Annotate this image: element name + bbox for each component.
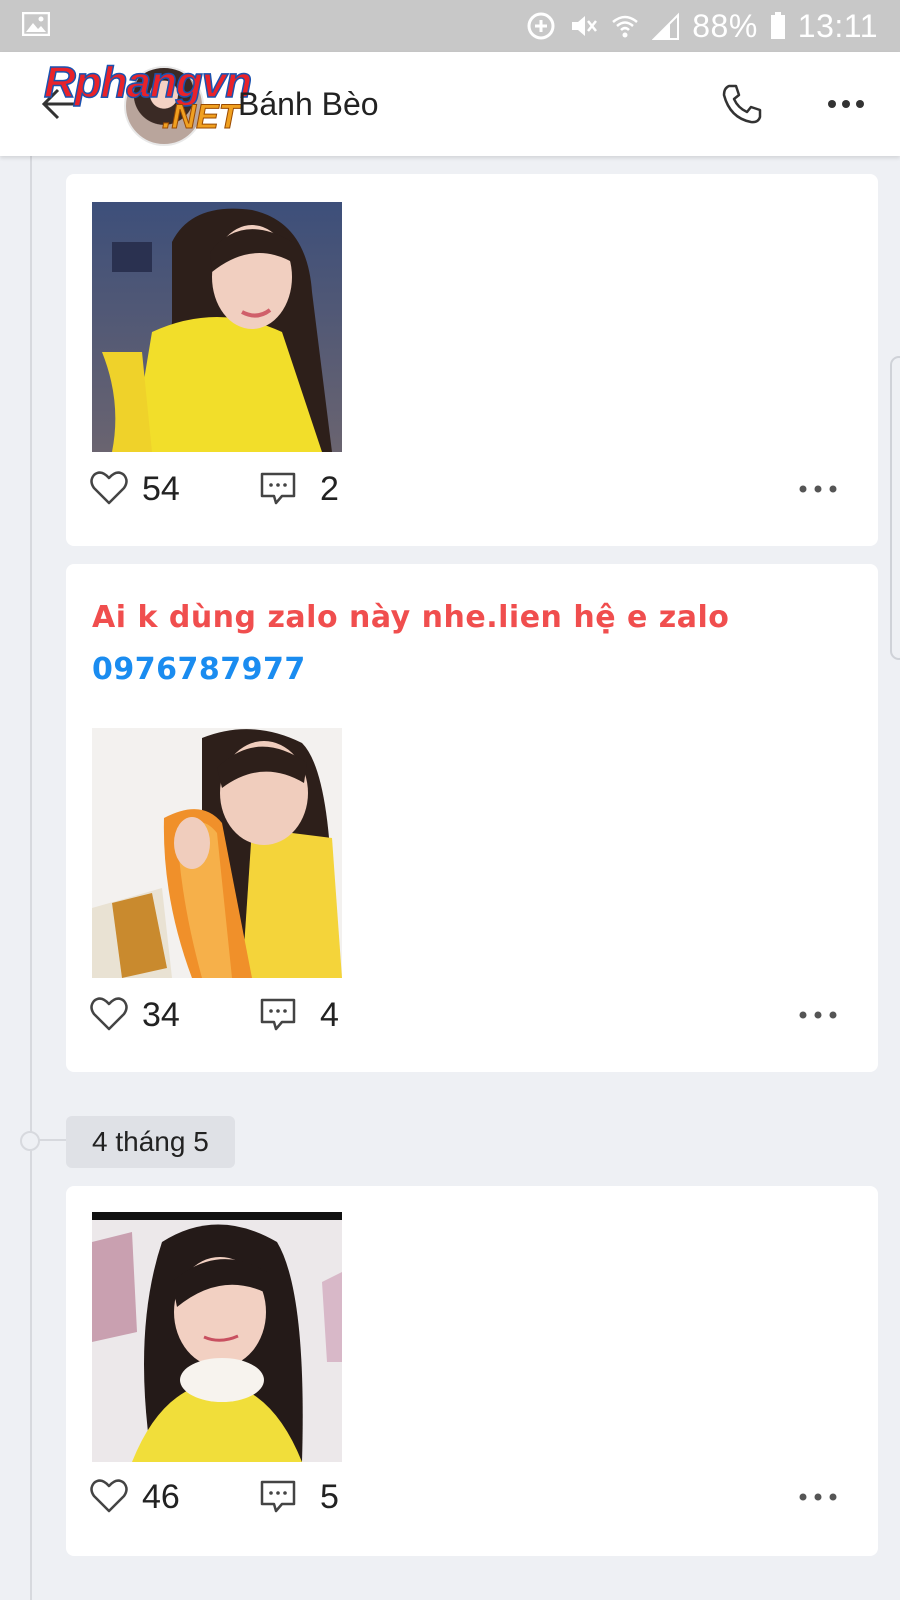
more-icon[interactable]: [798, 1492, 838, 1502]
clock: 13:11: [797, 7, 878, 44]
more-icon[interactable]: [826, 92, 866, 116]
post-actions: 54 2: [90, 470, 878, 510]
comment-count: 2: [320, 470, 339, 508]
wifi-icon: [612, 15, 639, 38]
post-text: Ai k dùng zalo này nhe.lien hệ e zalo 09…: [92, 592, 832, 696]
post-card: 54 2: [66, 174, 878, 546]
mute-icon: [572, 16, 598, 36]
gallery-icon: [22, 12, 50, 36]
battery-icon: [770, 12, 785, 39]
timeline-connector: [38, 1139, 66, 1141]
comment-count: 5: [320, 1478, 339, 1516]
comment-icon[interactable]: [260, 998, 296, 1032]
post-photo[interactable]: [92, 1212, 342, 1462]
data-saver-icon: [527, 12, 555, 40]
comment-icon[interactable]: [260, 1480, 296, 1514]
post-text-blue[interactable]: 0976787977: [92, 644, 832, 696]
post-card: 46 5: [66, 1186, 878, 1556]
watermark-bottom: .NET: [161, 98, 240, 137]
post-text-red: Ai k dùng zalo này nhe.lien hệ e zalo: [92, 600, 730, 635]
like-count: 46: [142, 1478, 180, 1516]
phone-icon[interactable]: [720, 82, 764, 126]
scroll-indicator[interactable]: [890, 356, 900, 660]
battery-percent: 88%: [692, 7, 758, 44]
post-actions: 34 4: [90, 996, 878, 1036]
comment-count: 4: [320, 996, 339, 1034]
more-icon[interactable]: [798, 1010, 838, 1020]
heart-icon[interactable]: [90, 470, 128, 506]
page-title[interactable]: Bánh Bèo: [238, 86, 379, 123]
timeline-dot: [20, 1131, 40, 1151]
heart-icon[interactable]: [90, 996, 128, 1032]
post-photo[interactable]: [92, 728, 342, 978]
post-actions: 46 5: [90, 1478, 878, 1518]
post-card: Ai k dùng zalo này nhe.lien hệ e zalo 09…: [66, 564, 878, 1072]
status-bar: 88% 13:11: [0, 0, 900, 52]
like-count: 54: [142, 470, 180, 508]
comment-icon[interactable]: [260, 472, 296, 506]
signal-icon: [652, 12, 680, 40]
post-photo[interactable]: [92, 202, 342, 452]
timeline-line: [30, 156, 32, 1600]
date-separator: 4 tháng 5: [66, 1116, 235, 1168]
like-count: 34: [142, 996, 180, 1034]
app-header: Rphangvn .NET Bánh Bèo: [0, 52, 900, 156]
more-icon[interactable]: [798, 484, 838, 494]
heart-icon[interactable]: [90, 1478, 128, 1514]
